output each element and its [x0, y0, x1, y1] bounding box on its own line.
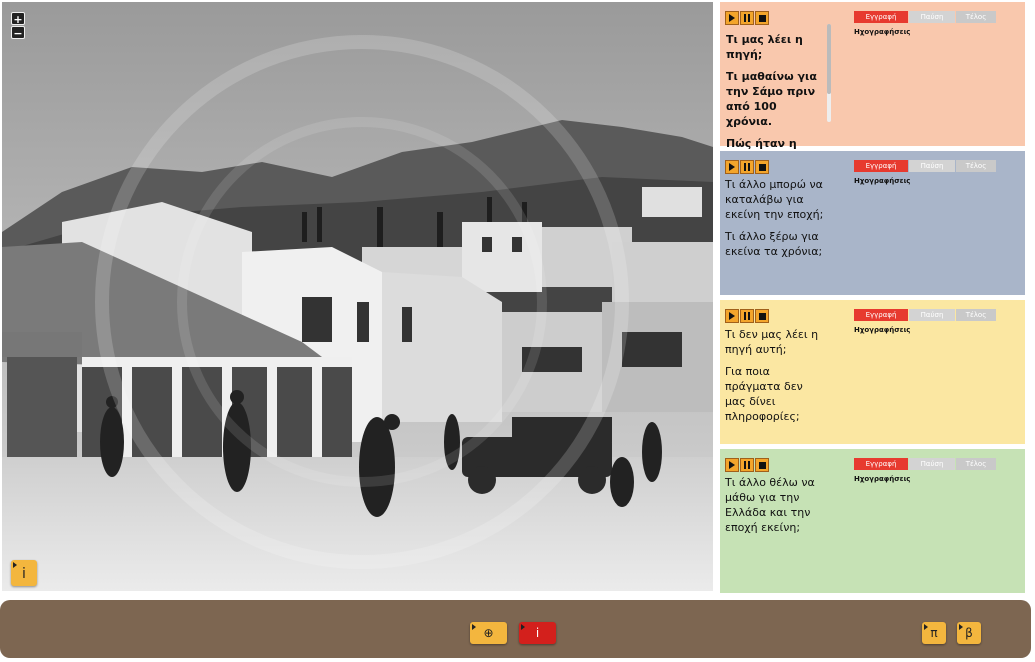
record-button[interactable]: Εγγραφή [854, 458, 908, 470]
record-button[interactable]: Εγγραφή [854, 309, 908, 321]
question-line: Τι δεν μας λέει η πηγή αυτή; [725, 328, 819, 356]
pause-recording-button[interactable]: Παύση [909, 11, 955, 23]
play-icon[interactable] [725, 309, 739, 323]
recording-controls: Εγγραφή Παύση Τέλος [854, 11, 996, 23]
stop-icon[interactable] [755, 309, 769, 323]
info-label: i [535, 626, 540, 640]
previous-label: π [930, 626, 938, 640]
add-icon: ⊕ [483, 626, 494, 640]
record-button[interactable]: Εγγραφή [854, 11, 908, 23]
question-line: Τι μας λέει η πηγή; [726, 33, 803, 61]
recording-controls: Εγγραφή Παύση Τέλος [854, 160, 996, 172]
audio-controls [725, 458, 769, 472]
question-card-4: Τι άλλο θέλω να μάθω για την Ελλάδα και … [720, 449, 1025, 593]
question-line: Τι άλλο ξέρω για εκείνα τα χρόνια; [725, 230, 823, 258]
scrollbar[interactable] [827, 24, 831, 122]
next-button[interactable]: β [957, 622, 981, 644]
audio-controls [725, 309, 769, 323]
pause-icon[interactable] [740, 11, 754, 25]
pause-icon[interactable] [740, 309, 754, 323]
play-icon[interactable] [725, 458, 739, 472]
zoom-controls: + − [11, 12, 25, 40]
stop-icon[interactable] [755, 11, 769, 25]
info-button[interactable]: i [519, 622, 556, 644]
zoom-in-button[interactable]: + [11, 12, 25, 26]
info-label: i [22, 566, 26, 582]
play-icon[interactable] [725, 11, 739, 25]
pause-icon[interactable] [740, 160, 754, 174]
audio-controls [725, 160, 769, 174]
recordings-label: Ηχογραφήσεις [854, 177, 911, 185]
pause-recording-button[interactable]: Παύση [909, 458, 955, 470]
flag-icon [959, 624, 963, 630]
question-line: Για ποια πράγματα δεν μας δίνει πληροφορ… [725, 365, 803, 423]
question-card-1: Τι μας λέει η πηγή; Τι μαθαίνω για την Σ… [720, 2, 1025, 165]
bottom-toolbar: ⊕ i π β [0, 600, 1031, 658]
question-line: Τι μαθαίνω για την Σάμο πριν από 100 χρό… [726, 70, 817, 128]
recordings-label: Ηχογραφήσεις [854, 475, 911, 483]
stop-icon[interactable] [755, 458, 769, 472]
question-line: Τι άλλο θέλω να μάθω για την Ελλάδα και … [725, 476, 815, 534]
flag-icon [472, 624, 476, 630]
end-recording-button[interactable]: Τέλος [956, 160, 996, 172]
flag-icon [13, 562, 17, 568]
photo-image [2, 2, 713, 591]
audio-controls [725, 11, 769, 25]
question-line: Τι άλλο μπορώ να καταλάβω για εκείνη την… [725, 178, 824, 221]
flag-icon [521, 624, 525, 630]
question-card-3: Τι δεν μας λέει η πηγή αυτή; Για ποια πρ… [720, 300, 1025, 444]
question-text: Τι άλλο θέλω να μάθω για την Ελλάδα και … [725, 475, 837, 542]
recording-controls: Εγγραφή Παύση Τέλος [854, 309, 996, 321]
record-button[interactable]: Εγγραφή [854, 160, 908, 172]
question-text: Τι δεν μας λέει η πηγή αυτή; Για ποια πρ… [725, 327, 823, 431]
historical-photo[interactable]: + − i [2, 2, 713, 591]
play-icon[interactable] [725, 160, 739, 174]
photo-info-button[interactable]: i [11, 560, 37, 586]
recordings-label: Ηχογραφήσεις [854, 28, 911, 36]
pause-icon[interactable] [740, 458, 754, 472]
recording-controls: Εγγραφή Παύση Τέλος [854, 458, 996, 470]
flag-icon [924, 624, 928, 630]
add-button[interactable]: ⊕ [470, 622, 507, 644]
zoom-out-button[interactable]: − [11, 26, 25, 40]
end-recording-button[interactable]: Τέλος [956, 11, 996, 23]
pause-recording-button[interactable]: Παύση [909, 309, 955, 321]
question-card-2: Τι άλλο μπορώ να καταλάβω για εκείνη την… [720, 151, 1025, 295]
next-label: β [965, 626, 973, 640]
previous-button[interactable]: π [922, 622, 946, 644]
question-text: Τι άλλο μπορώ να καταλάβω για εκείνη την… [725, 177, 833, 266]
end-recording-button[interactable]: Τέλος [956, 309, 996, 321]
stop-icon[interactable] [755, 160, 769, 174]
end-recording-button[interactable]: Τέλος [956, 458, 996, 470]
recordings-label: Ηχογραφήσεις [854, 326, 911, 334]
pause-recording-button[interactable]: Παύση [909, 160, 955, 172]
